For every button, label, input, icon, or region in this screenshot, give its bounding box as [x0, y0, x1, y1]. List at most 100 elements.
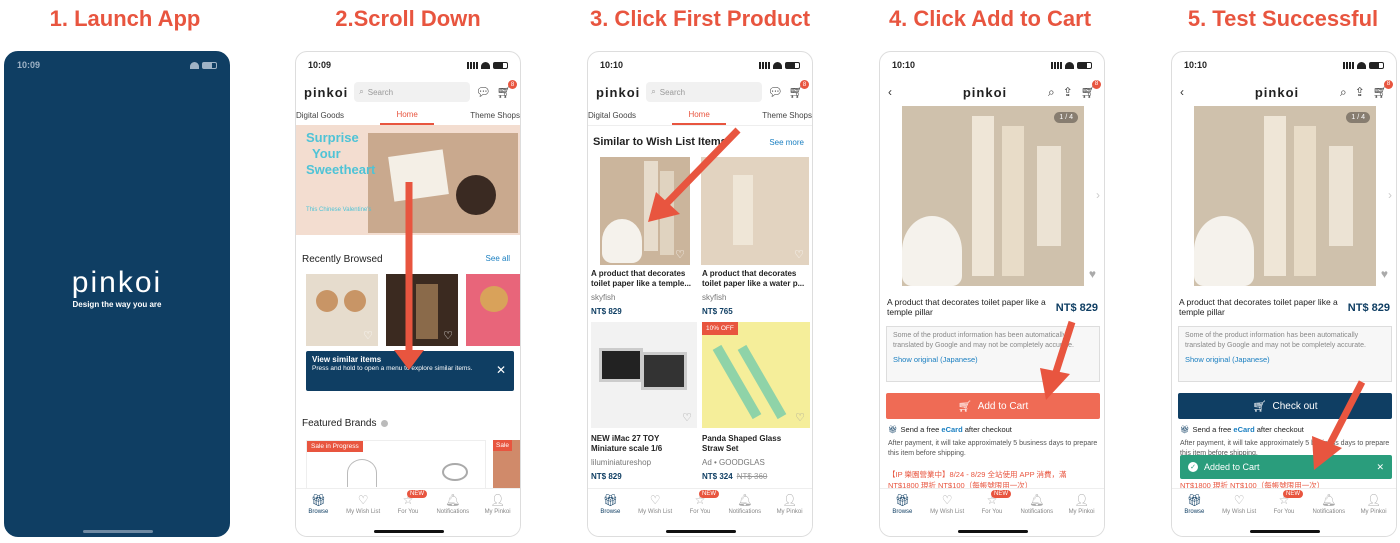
share-icon[interactable]: ⇪ — [1355, 85, 1365, 100]
section-title: Recently Browsed — [302, 254, 383, 265]
brand-card-1[interactable]: Sale in Progress — [306, 440, 486, 490]
product-price: NT$ 829 — [1055, 302, 1098, 314]
heart-icon: ♡ — [649, 493, 661, 507]
wishlist-heart-icon[interactable]: ♥ — [1381, 267, 1388, 281]
gift-icon: 🎁︎ — [310, 493, 326, 507]
tab-home[interactable]: Home — [672, 110, 726, 125]
info-icon[interactable] — [380, 420, 388, 427]
cart-icon[interactable]: 🛒︎ 8 — [789, 80, 809, 99]
tooltip-title: View similar items — [312, 355, 382, 364]
nav-browse[interactable]: 🎁︎ Browse — [881, 493, 923, 536]
status-time: 10:09 — [17, 60, 41, 70]
ecard-row: 🎁︎ Send a free eCard after checkout — [888, 425, 1012, 434]
bottom-nav: 🎁︎ Browse ♡ My Wish List NEW ☆ For You 🔔︎ Not… — [1172, 488, 1396, 536]
nav-label: My Pinkoi — [484, 509, 511, 515]
new-badge: NEW — [1282, 490, 1303, 498]
product-title-2[interactable]: A product that decorates toilet paper li… — [702, 269, 810, 289]
see-more-link[interactable]: See more — [769, 138, 804, 147]
product-title-3[interactable]: NEW iMac 27 TOY Miniature scale 1/6 — [591, 434, 683, 454]
nav-browse[interactable]: 🎁︎ Browse — [297, 493, 339, 536]
nav-my-pinkoi[interactable]: 👤︎ My Pinkoi — [769, 493, 811, 536]
product-card-image-1[interactable]: ♡ — [600, 157, 690, 265]
nav-browse[interactable]: 🎁︎ Browse — [589, 493, 631, 536]
next-image-icon[interactable]: › — [1096, 188, 1100, 202]
product-title-1[interactable]: A product that decorates toilet paper li… — [591, 269, 697, 289]
tooltip-similar-items: View similar items Press and hold to ope… — [306, 351, 514, 391]
logo[interactable]: pinkoi — [596, 85, 640, 100]
logo[interactable]: pinkoi — [963, 85, 1007, 100]
close-icon[interactable]: ✕ — [496, 363, 506, 377]
product-card-image-2[interactable]: ♡ — [701, 157, 809, 265]
wishlist-heart-icon[interactable]: ♡ — [794, 248, 804, 261]
phone-added-to-cart: 10:10 ‹ pinkoi ⌕ ⇪ 🛒︎ 8 1 / 4 ♥ › A produ… — [1171, 51, 1397, 537]
chat-icon[interactable]: 💬︎ — [476, 85, 491, 99]
cart-icon[interactable]: 🛒︎ 8 — [1373, 79, 1393, 100]
tab-digital-goods[interactable]: Digital Goods — [588, 111, 636, 120]
back-icon[interactable]: ‹ — [1180, 85, 1184, 99]
translation-text: Some of the product information has been… — [893, 332, 1074, 349]
ecard-link[interactable]: eCard — [1233, 425, 1254, 434]
price-row-4: NT$ 324 NT$ 360 — [702, 472, 767, 481]
nav-label: My Wish List — [638, 509, 673, 515]
shop-name-2[interactable]: skyfish — [702, 293, 726, 302]
recent-item-2[interactable]: ♡ — [386, 274, 458, 346]
nav-my-pinkoi[interactable]: 👤︎ My Pinkoi — [477, 493, 519, 536]
wishlist-heart-icon[interactable]: ♡ — [443, 329, 453, 342]
product-image[interactable]: 1 / 4 — [1194, 106, 1376, 286]
brand-card-2[interactable]: Sale — [493, 440, 520, 490]
top-bar: pinkoi ⌕ Search 💬︎ 🛒︎ 8 — [588, 78, 812, 106]
tab-theme-shops[interactable]: Theme Shops — [470, 111, 520, 120]
tab-home[interactable]: Home — [380, 110, 434, 125]
show-original-link[interactable]: Show original (Japanese) — [1185, 355, 1385, 364]
share-icon[interactable]: ⇪ — [1063, 85, 1073, 100]
nav-label: For You — [397, 509, 419, 515]
cart-icon[interactable]: 🛒︎ 8 — [497, 80, 517, 99]
tab-digital-goods[interactable]: Digital Goods — [296, 111, 344, 120]
nav-browse[interactable]: 🎁︎ Browse — [1173, 493, 1215, 536]
wishlist-heart-icon[interactable]: ♡ — [682, 411, 692, 424]
cart-icon[interactable]: 🛒︎ 8 — [1081, 79, 1101, 100]
show-original-link[interactable]: Show original (Japanese) — [893, 355, 1093, 364]
bottom-nav: 🎁︎ Browse ♡ My Wish List NEW ☆ For You 🔔︎ Not… — [588, 488, 812, 536]
nav-label: For You — [689, 509, 711, 515]
product-title-4[interactable]: Panda Shaped Glass Straw Set — [702, 434, 792, 454]
search-input[interactable]: ⌕ Search — [646, 82, 762, 102]
back-icon[interactable]: ‹ — [888, 85, 892, 99]
see-all-link[interactable]: See all — [486, 254, 510, 265]
featured-brands-header: Featured Brands — [302, 418, 388, 429]
button-label: Add to Cart — [977, 400, 1029, 412]
splash-logo: pinkoi — [71, 266, 163, 299]
close-icon[interactable]: ✕ — [1376, 462, 1384, 473]
wishlist-heart-icon[interactable]: ♡ — [363, 329, 373, 342]
product-card-image-3[interactable]: ♡ — [591, 322, 697, 428]
nav-label: Browse — [892, 509, 913, 515]
promo-banner[interactable]: Surprise Your Sweetheart This Chinese Va… — [296, 125, 520, 235]
nav-my-pinkoi[interactable]: 👤︎ My Pinkoi — [1061, 493, 1103, 536]
wishlist-heart-icon[interactable]: ♡ — [675, 248, 685, 261]
tab-theme-shops[interactable]: Theme Shops — [762, 111, 812, 120]
wishlist-heart-icon[interactable]: ♡ — [795, 411, 805, 424]
top-bar: ‹ pinkoi ⌕ ⇪ 🛒︎ 8 — [880, 78, 1104, 106]
shop-name-4[interactable]: Ad • GOODGLAS — [702, 458, 765, 467]
recent-item-3[interactable] — [466, 274, 520, 346]
logo[interactable]: pinkoi — [304, 85, 348, 100]
ecard-link[interactable]: eCard — [941, 425, 962, 434]
shop-name-1[interactable]: skyfish — [591, 293, 615, 302]
logo[interactable]: pinkoi — [1255, 85, 1299, 100]
product-card-image-4[interactable]: 10% OFF ♡ — [702, 322, 810, 428]
search-input[interactable]: ⌕ Search — [354, 82, 470, 102]
add-to-cart-button[interactable]: 🛒︎ Add to Cart — [886, 393, 1100, 419]
nav-my-pinkoi[interactable]: 👤︎ My Pinkoi — [1353, 493, 1395, 536]
next-image-icon[interactable]: › — [1388, 188, 1392, 202]
product-image[interactable]: 1 / 4 — [902, 106, 1084, 286]
recent-item-1[interactable]: ♡ — [306, 274, 378, 346]
nav-label: Notifications — [436, 509, 470, 515]
search-icon[interactable]: ⌕ — [1340, 85, 1347, 100]
chat-icon[interactable]: 💬︎ — [768, 85, 783, 99]
checkout-button[interactable]: 🛒︎ Check out — [1178, 393, 1392, 419]
search-icon[interactable]: ⌕ — [1048, 85, 1055, 100]
shop-name-3[interactable]: liluminiatureshop — [591, 458, 651, 467]
status-icons — [1051, 61, 1092, 69]
wishlist-heart-icon[interactable]: ♥ — [1089, 267, 1096, 281]
product-title: A product that decorates toilet paper li… — [1179, 297, 1338, 317]
